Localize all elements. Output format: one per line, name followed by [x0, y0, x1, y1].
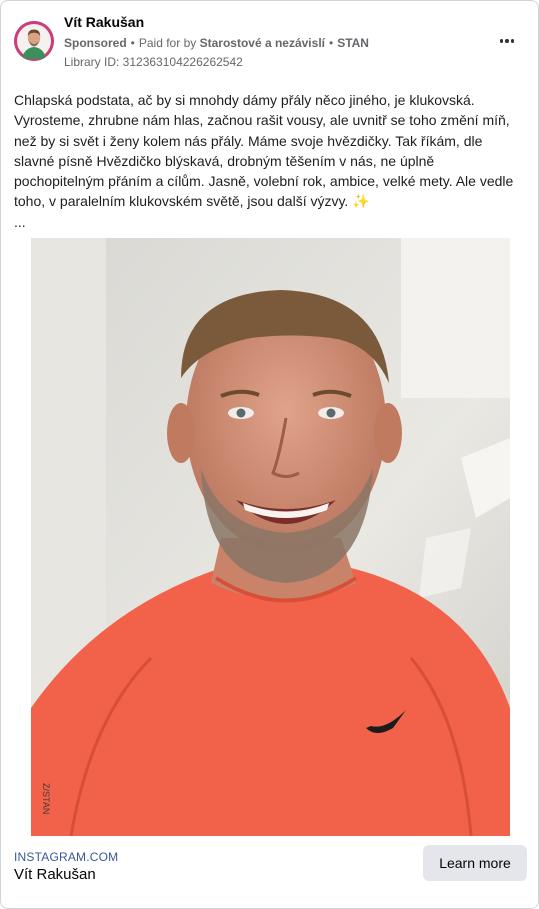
- three-dots-icon: [499, 39, 504, 43]
- link-domain[interactable]: INSTAGRAM.COM: [14, 850, 118, 864]
- photo-watermark: Z/STAN: [41, 783, 51, 814]
- separator-dot: •: [328, 36, 334, 50]
- see-more-ellipsis[interactable]: ...: [14, 212, 526, 232]
- three-dots-icon-dot: [510, 39, 515, 43]
- paid-for-prefix: Paid for by: [138, 36, 197, 50]
- separator-dot: •: [130, 36, 135, 50]
- payer-name[interactable]: Starostové a nezávislí: [200, 36, 325, 50]
- sponsored-post-card: Vít Rakušan Sponsored • Paid for by Staros…: [0, 0, 539, 909]
- author-avatar[interactable]: [14, 21, 54, 61]
- payer-short: STAN: [337, 36, 369, 50]
- three-dots-icon-dot: [505, 39, 509, 43]
- sparkles-emoji: ✨: [352, 193, 370, 210]
- learn-more-button[interactable]: Learn more: [423, 845, 527, 881]
- link-footer[interactable]: INSTAGRAM.COM Vít Rakušan Learn more: [1, 836, 538, 908]
- author-name[interactable]: Vít Rakušan: [64, 14, 144, 30]
- post-header: Vít Rakušan Sponsored • Paid for by Staros…: [1, 1, 538, 81]
- ad-photo[interactable]: Z/STAN: [31, 238, 510, 836]
- more-options-button[interactable]: [494, 31, 520, 51]
- library-id: Library ID: 312363104226262542: [64, 55, 243, 69]
- sponsored-label: Sponsored: [64, 36, 127, 50]
- link-title[interactable]: Vít Rakušan: [14, 866, 96, 883]
- post-body-text: Chlapská podstata, ač by si mnohdy dámy …: [14, 92, 514, 210]
- post-text: Chlapská podstata, ač by si mnohdy dámy …: [14, 90, 526, 232]
- sponsorship-line: Sponsored • Paid for by Starostové a nezáv…: [64, 36, 369, 50]
